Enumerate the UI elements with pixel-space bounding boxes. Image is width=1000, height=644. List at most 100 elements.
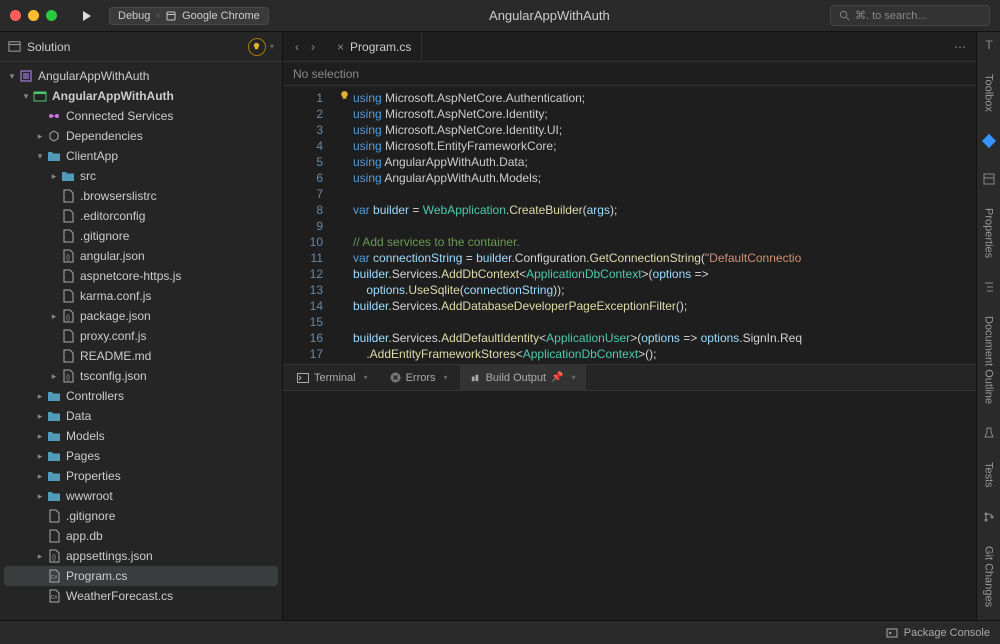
config-label: Debug [118,10,150,22]
chevron-down-icon: ▾ [572,373,576,382]
editor-area: ‹ › × Program.cs ⋯ No selection 12345678… [283,32,976,620]
file-icon [62,189,74,203]
tree-tsconfig[interactable]: ▸{}tsconfig.json [0,366,282,386]
tree-properties[interactable]: ▸Properties [0,466,282,486]
package-console-icon [886,627,898,639]
folder-icon [61,170,75,182]
tree-program-cs[interactable]: C#Program.cs [4,566,278,586]
cs-icon: C# [48,569,60,583]
titlebar: Debug › Google Chrome AngularAppWithAuth… [0,0,1000,32]
nav-back-button[interactable]: ‹ [291,38,303,56]
code-editor[interactable]: 12345678910111213141516171819 using Micr… [283,86,976,364]
package-console-button[interactable]: Package Console [904,627,990,639]
cs-icon: C# [48,589,60,603]
editor-breadcrumb[interactable]: No selection [283,62,976,86]
solution-icon [19,69,33,83]
tree-appsettings[interactable]: ▸{}appsettings.json [0,546,282,566]
tree-readme[interactable]: README.md [0,346,282,366]
file-icon [62,229,74,243]
pad-tests[interactable]: Tests [983,458,995,492]
tree-models[interactable]: ▸Models [0,426,282,446]
svg-text:{}: {} [66,315,70,321]
tree-gitignore2[interactable]: .gitignore [0,506,282,526]
bottom-pad-tabs: Terminal▾ Errors▾ Build Output 📌▾ [283,364,976,390]
toolbox-icon: T [982,38,996,52]
connected-icon [47,109,61,123]
svg-text:{}: {} [66,255,70,261]
pad-properties[interactable]: Properties [983,204,995,262]
tests-icon [982,426,996,440]
hints-button[interactable] [248,38,266,56]
tree-solution-root[interactable]: ▾AngularAppWithAuth [0,66,282,86]
folder-icon [47,490,61,502]
tree-aspnet-https[interactable]: aspnetcore-https.js [0,266,282,286]
svg-text:{}: {} [52,555,56,561]
minimize-window-button[interactable] [28,10,39,21]
folder-icon [47,450,61,462]
chevron-down-icon: ▾ [444,373,448,382]
tree-proxy-conf[interactable]: proxy.conf.js [0,326,282,346]
csproj-icon [33,89,47,103]
tree-appdb[interactable]: app.db [0,526,282,546]
tree-karma-conf[interactable]: karma.conf.js [0,286,282,306]
line-gutter: 12345678910111213141516171819 [283,86,333,364]
tree-angular-json[interactable]: {}angular.json [0,246,282,266]
file-icon [62,329,74,343]
tree-src[interactable]: ▸src [0,166,282,186]
close-window-button[interactable] [10,10,21,21]
tree-data[interactable]: ▸Data [0,406,282,426]
build-icon [470,372,481,383]
tree-connected-services[interactable]: Connected Services [0,106,282,126]
code-content[interactable]: using Microsoft.AspNetCore.Authenticatio… [333,86,976,364]
folder-icon [47,150,61,162]
tree-clientapp[interactable]: ▾ClientApp [0,146,282,166]
global-search[interactable]: ⌘. to search... [830,5,990,26]
chevron-down-icon: ▾ [364,373,368,382]
tree-dependencies[interactable]: ▸Dependencies [0,126,282,146]
tree-wwwroot[interactable]: ▸wwwroot [0,486,282,506]
solution-tree: ▾AngularAppWithAuth ▾AngularAppWithAuth … [0,62,282,620]
pad-toolbox[interactable]: Toolbox [983,70,995,116]
search-icon [839,10,850,21]
tree-package-json[interactable]: ▸{}package.json [0,306,282,326]
pad-git-changes[interactable]: Git Changes [983,542,995,611]
tab-errors[interactable]: Errors▾ [380,365,458,390]
pad-document-outline[interactable]: Document Outline [983,312,995,408]
tab-build-output[interactable]: Build Output 📌▾ [460,365,586,390]
file-icon [48,529,60,543]
editor-tabstrip: ‹ › × Program.cs ⋯ [283,32,976,62]
run-config-selector[interactable]: Debug › Google Chrome [109,7,269,25]
tree-pages[interactable]: ▸Pages [0,446,282,466]
tab-label: Program.cs [350,40,411,54]
solution-pad-icon [8,40,21,53]
tab-overflow-button[interactable]: ⋯ [944,40,976,54]
pin-icon[interactable]: 📌 [551,372,563,383]
nav-forward-button[interactable]: › [307,38,319,56]
build-output-panel[interactable] [283,390,976,620]
tab-terminal[interactable]: Terminal▾ [287,365,378,390]
svg-text:C#: C# [51,595,58,601]
tree-editorconfig[interactable]: .editorconfig [0,206,282,226]
target-label: Google Chrome [182,10,260,22]
json-icon: {} [62,249,74,263]
tab-close-button[interactable]: × [337,40,344,54]
file-icon [62,349,74,363]
file-icon [62,289,74,303]
tree-browserslistrc[interactable]: .browserslistrc [0,186,282,206]
tree-weatherforecast[interactable]: C#WeatherForecast.cs [0,586,282,606]
lightbulb-hint[interactable] [339,90,350,101]
maximize-window-button[interactable] [46,10,57,21]
breakpoint-marker-icon [981,134,995,148]
tree-project[interactable]: ▾AngularAppWithAuth [0,86,282,106]
file-icon [62,269,74,283]
folder-icon [47,430,61,442]
tree-gitignore1[interactable]: .gitignore [0,226,282,246]
tab-program-cs[interactable]: × Program.cs [327,32,422,61]
solution-header-label: Solution [27,40,70,54]
solution-header: Solution ▾ [0,32,282,62]
properties-icon [982,172,996,186]
run-button[interactable] [75,6,99,26]
chevron-down-icon[interactable]: ▾ [270,42,274,51]
json-icon: {} [62,369,74,383]
tree-controllers[interactable]: ▸Controllers [0,386,282,406]
